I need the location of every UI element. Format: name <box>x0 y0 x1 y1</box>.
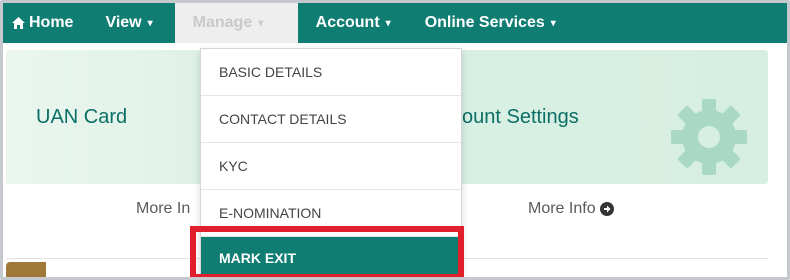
nav-manage-label: Manage <box>192 14 253 31</box>
home-icon <box>12 17 25 29</box>
nav-manage[interactable]: Manage ▾ <box>174 3 298 43</box>
nav-account[interactable]: Account ▾ <box>304 3 413 43</box>
menu-item-mark-exit[interactable]: MARK EXIT <box>201 237 461 279</box>
menu-item-label: MARK EXIT <box>219 250 296 266</box>
chevron-down-icon: ▾ <box>258 17 264 29</box>
manage-dropdown-menu: BASIC DETAILS CONTACT DETAILS KYC E-NOMI… <box>200 48 462 280</box>
nav-online-services[interactable]: Online Services ▾ <box>413 3 568 43</box>
arrow-circle-right-icon <box>599 202 614 216</box>
nav-view[interactable]: View ▾ <box>93 3 174 43</box>
chevron-down-icon: ▾ <box>147 17 153 29</box>
nav-online-services-label: Online Services <box>424 14 545 31</box>
more-info-label: More Info <box>528 200 596 217</box>
gear-icon <box>671 99 747 175</box>
top-navbar: Home View ▾ Manage ▾ Account ▾ Online Se… <box>3 3 787 43</box>
nav-view-label: View <box>105 14 142 31</box>
uan-card-title[interactable]: UAN Card <box>36 106 127 129</box>
menu-item-e-nomination[interactable]: E-NOMINATION <box>201 190 461 237</box>
menu-item-contact-details[interactable]: CONTACT DETAILS <box>201 96 461 143</box>
more-info-link-right[interactable]: More Info <box>528 200 614 218</box>
menu-item-label: BASIC DETAILS <box>219 64 323 80</box>
menu-item-label: CONTACT DETAILS <box>219 111 347 127</box>
nav-home-label: Home <box>29 14 74 31</box>
menu-item-kyc[interactable]: KYC <box>201 143 461 190</box>
chevron-down-icon: ▾ <box>385 17 391 29</box>
menu-item-label: E-NOMINATION <box>219 205 322 221</box>
nav-account-label: Account <box>315 14 380 31</box>
card-corner <box>6 262 46 280</box>
nav-home[interactable]: Home <box>3 3 93 43</box>
menu-item-basic-details[interactable]: BASIC DETAILS <box>201 49 461 96</box>
account-settings-title[interactable]: ount Settings <box>462 106 579 129</box>
more-info-link-left[interactable]: More In <box>136 200 190 218</box>
chevron-down-icon: ▾ <box>550 17 556 29</box>
menu-item-label: KYC <box>219 158 248 174</box>
